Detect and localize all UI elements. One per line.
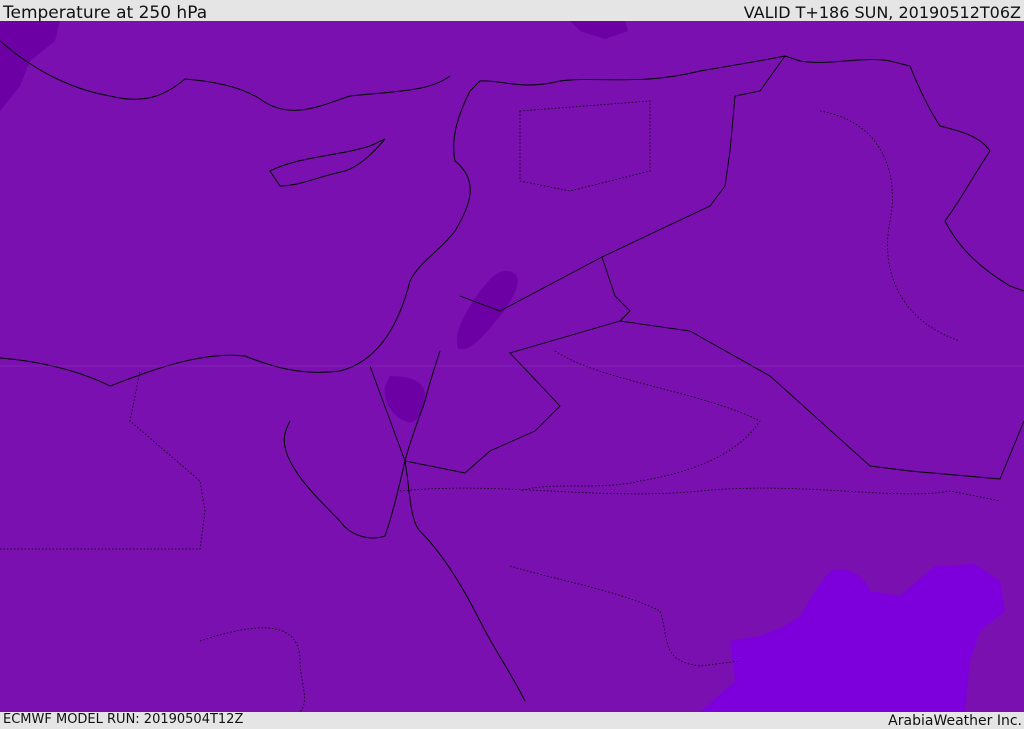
valid-time: VALID T+186 SUN, 20190512T06Z [743, 3, 1021, 22]
cold-region-negev [384, 376, 425, 423]
cold-region-n [570, 21, 628, 39]
model-run-label: ECMWF MODEL RUN: 20190504T12Z [3, 712, 244, 727]
map-title: Temperature at 250 hPa [3, 3, 208, 23]
warm-region-se [700, 564, 1005, 712]
credit-label: ArabiaWeather Inc. [888, 713, 1022, 729]
cold-region-nw [0, 21, 60, 111]
map-svg [0, 21, 1024, 712]
temperature-map[interactable] [0, 21, 1024, 712]
cold-region-jordan [456, 271, 518, 350]
